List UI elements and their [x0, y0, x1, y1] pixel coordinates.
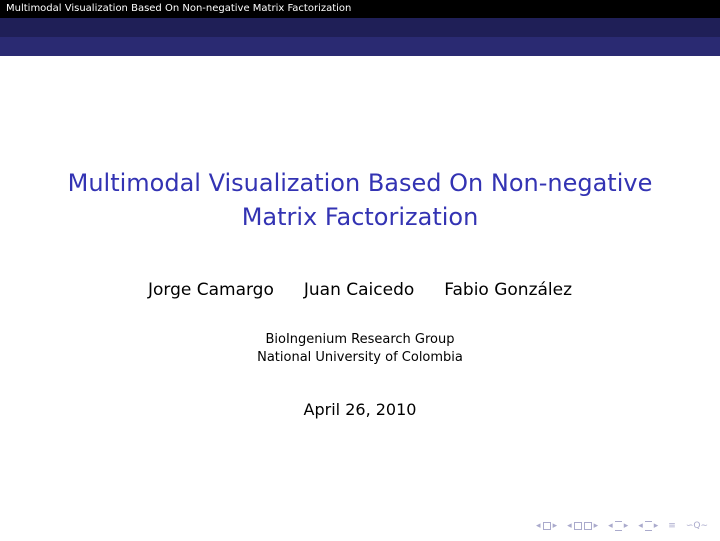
institute-line-2: National University of Colombia	[257, 350, 463, 365]
short-title: Multimodal Visualization Based On Non-ne…	[6, 3, 352, 14]
title-line-2: Matrix Factorization	[241, 203, 479, 231]
header-band-top	[0, 18, 720, 37]
header-band-bottom	[0, 37, 720, 56]
slide-nav-icon[interactable]: ◂ ▸	[536, 521, 557, 531]
institute-line-1: BioIngenium Research Group	[265, 332, 455, 347]
presentation-title: Multimodal Visualization Based On Non-ne…	[40, 166, 680, 234]
subsection-nav-icon[interactable]: ◂ ▸	[608, 521, 628, 531]
presentation-date: April 26, 2010	[303, 400, 417, 419]
frame-nav-icon[interactable]: ◂ ▸	[567, 521, 598, 531]
author-3: Fabio González	[444, 280, 573, 300]
section-nav-icon[interactable]: ◂ ▸	[638, 521, 658, 531]
institute: BioIngenium Research Group National Univ…	[0, 331, 720, 367]
author-list: Jorge Camargo Juan Caicedo Fabio Gonzále…	[0, 277, 720, 303]
author-1: Jorge Camargo	[147, 280, 274, 300]
title-line-1: Multimodal Visualization Based On Non-ne…	[67, 169, 653, 197]
author-2: Juan Caicedo	[303, 280, 415, 300]
navigation-controls: ◂ ▸ ◂ ▸ ◂ ▸ ◂ ▸ ≡ ∽Q∼	[536, 519, 708, 533]
search-icon[interactable]: ∽Q∼	[686, 521, 708, 531]
align-icon[interactable]: ≡	[668, 521, 676, 531]
headline-bar: Multimodal Visualization Based On Non-ne…	[0, 0, 720, 18]
